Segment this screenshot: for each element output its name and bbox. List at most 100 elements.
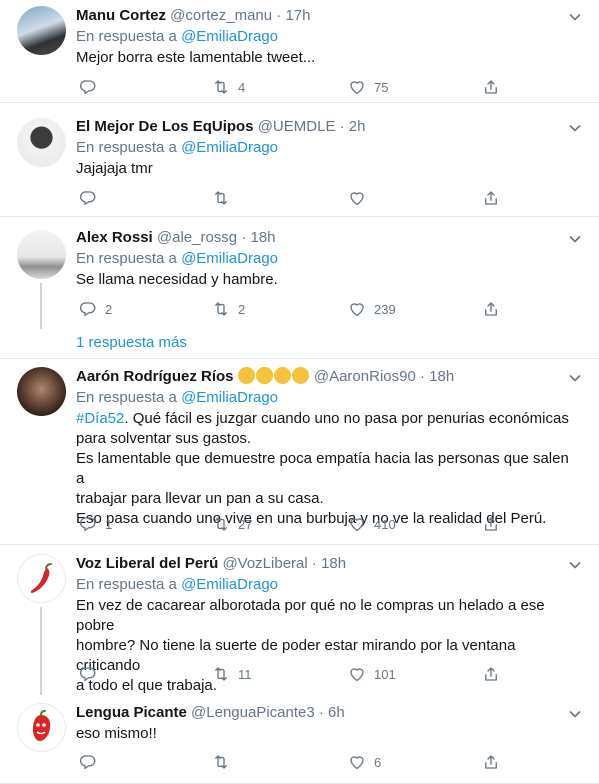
like-count: 101 (374, 666, 396, 682)
avatar[interactable] (17, 6, 66, 55)
timestamp[interactable]: 18h (429, 368, 454, 385)
tweet-text: eso mismo!! (76, 725, 157, 742)
reply-button[interactable] (79, 188, 105, 208)
retweet-button[interactable] (212, 752, 238, 772)
tweet-text-fragment: . Qué fácil es juzgar cuando uno no pasa… (124, 410, 569, 427)
reply-button[interactable]: 2 (79, 299, 112, 319)
more-replies-link[interactable]: 1 respuesta más (76, 334, 187, 351)
reply-button[interactable] (79, 664, 105, 684)
like-button[interactable]: 75 (348, 77, 388, 97)
tweet-card[interactable]: Manu Cortez @cortez_manu · 17h En respue… (0, 0, 599, 103)
display-name[interactable]: El Mejor De Los EqUipos (76, 118, 254, 135)
tweet-header: Alex Rossi @ale_rossg · 18h (76, 228, 569, 248)
emoji-wink (273, 367, 292, 385)
tweet-header: Aarón Rodríguez Ríos @AaronRios90 · 18h (76, 367, 569, 387)
reply-mention-link[interactable]: @EmiliaDrago (181, 389, 278, 406)
reply-icon (79, 753, 97, 771)
timestamp[interactable]: 17h (285, 7, 310, 24)
tweet-text: Se llama necesidad y hambre. (76, 271, 278, 288)
like-button[interactable]: 410 (348, 514, 396, 534)
timestamp[interactable]: 6h (328, 704, 345, 721)
chevron-down-icon[interactable] (567, 370, 583, 386)
user-handle[interactable]: @LenguaPicante3 (191, 704, 315, 721)
like-button[interactable]: 6 (348, 752, 381, 772)
like-count: 410 (374, 516, 396, 532)
chevron-down-icon[interactable] (567, 9, 583, 25)
tweet-text: Mejor borra este lamentable tweet... (76, 49, 316, 66)
avatar[interactable] (17, 367, 66, 416)
reply-mention-link[interactable]: @EmiliaDrago (181, 28, 278, 45)
share-button[interactable] (482, 299, 508, 319)
user-handle[interactable]: @VozLiberal (222, 555, 307, 572)
like-button[interactable]: 239 (348, 299, 396, 319)
like-button[interactable]: 101 (348, 664, 396, 684)
avatar[interactable] (17, 703, 66, 752)
tweet-actions: 1 27 410 (76, 514, 506, 536)
retweet-button[interactable]: 11 (212, 664, 252, 684)
share-button[interactable] (482, 514, 508, 534)
avatar[interactable] (17, 554, 66, 603)
reply-mention-link[interactable]: @EmiliaDrago (181, 576, 278, 593)
separator-dot: · (311, 555, 317, 572)
retweet-button[interactable]: 2 (212, 299, 245, 319)
tweet-card[interactable]: Aarón Rodríguez Ríos @AaronRios90 · 18h … (0, 359, 599, 545)
user-handle[interactable]: @ale_rossg (157, 229, 237, 246)
reply-prefix: En respuesta a (76, 576, 182, 593)
retweet-count: 2 (238, 301, 246, 317)
timestamp[interactable]: 18h (251, 229, 276, 246)
reply-mention-link[interactable]: @EmiliaDrago (181, 250, 278, 267)
reply-button[interactable] (79, 752, 105, 772)
display-name[interactable]: Voz Liberal del Perú (76, 555, 218, 572)
retweet-icon (212, 753, 230, 771)
chevron-down-icon[interactable] (567, 706, 583, 722)
tweet-card[interactable]: Alex Rossi @ale_rossg · 18h En respuesta… (0, 217, 599, 359)
tweet-actions (76, 188, 506, 210)
retweet-count: 27 (238, 516, 253, 532)
timestamp[interactable]: 2h (349, 118, 366, 135)
user-handle[interactable]: @cortez_manu (170, 7, 272, 24)
separator-dot: · (318, 704, 324, 721)
hashtag-link[interactable]: #Día52 (76, 410, 124, 427)
timestamp[interactable]: 18h (321, 555, 346, 572)
share-button[interactable] (482, 752, 508, 772)
reply-button[interactable] (79, 77, 105, 97)
tweet-header: Voz Liberal del Perú @VozLiberal · 18h (76, 554, 569, 574)
tweet-card[interactable]: El Mejor De Los EqUipos @UEMDLE · 2h En … (0, 103, 599, 217)
reply-prefix: En respuesta a (76, 389, 182, 406)
chevron-down-icon[interactable] (567, 231, 583, 247)
chevron-down-icon[interactable] (567, 120, 583, 136)
retweet-button[interactable]: 4 (212, 77, 245, 97)
heart-icon (348, 189, 366, 207)
share-button[interactable] (482, 188, 508, 208)
avatar[interactable] (17, 230, 66, 279)
tweet-card[interactable]: Voz Liberal del Perú @VozLiberal · 18h E… (0, 545, 599, 695)
reply-prefix: En respuesta a (76, 28, 182, 45)
share-icon (482, 515, 500, 533)
user-handle[interactable]: @AaronRios90 (314, 368, 416, 385)
reply-context: En respuesta a @EmiliaDrago (76, 249, 569, 269)
separator-dot: · (339, 118, 345, 135)
separator-dot: · (241, 229, 247, 246)
retweet-button[interactable]: 27 (212, 514, 252, 534)
display-name[interactable]: Alex Rossi (76, 229, 153, 246)
share-icon (482, 665, 500, 683)
display-name[interactable]: Aarón Rodríguez Ríos (76, 368, 234, 385)
display-name[interactable]: Manu Cortez (76, 7, 166, 24)
reply-mention-link[interactable]: @EmiliaDrago (181, 139, 278, 156)
tweet-text-line: #Día52. Qué fácil es juzgar cuando uno n… (76, 409, 569, 429)
heart-icon (348, 78, 366, 96)
tweet-actions: 4 75 (76, 77, 506, 99)
tweet-card[interactable]: Lengua Picante @LenguaPicante3 · 6h eso … (0, 695, 599, 784)
reply-button[interactable]: 1 (79, 514, 112, 534)
share-button[interactable] (482, 77, 508, 97)
reply-icon (79, 300, 97, 318)
user-handle[interactable]: @UEMDLE (258, 118, 336, 135)
emoji-thinking (237, 367, 256, 385)
display-name[interactable]: Lengua Picante (76, 704, 187, 721)
separator-dot: · (419, 368, 425, 385)
share-button[interactable] (482, 664, 508, 684)
chevron-down-icon[interactable] (567, 557, 583, 573)
retweet-button[interactable] (212, 188, 238, 208)
avatar[interactable] (17, 118, 66, 167)
like-button[interactable] (348, 188, 374, 208)
